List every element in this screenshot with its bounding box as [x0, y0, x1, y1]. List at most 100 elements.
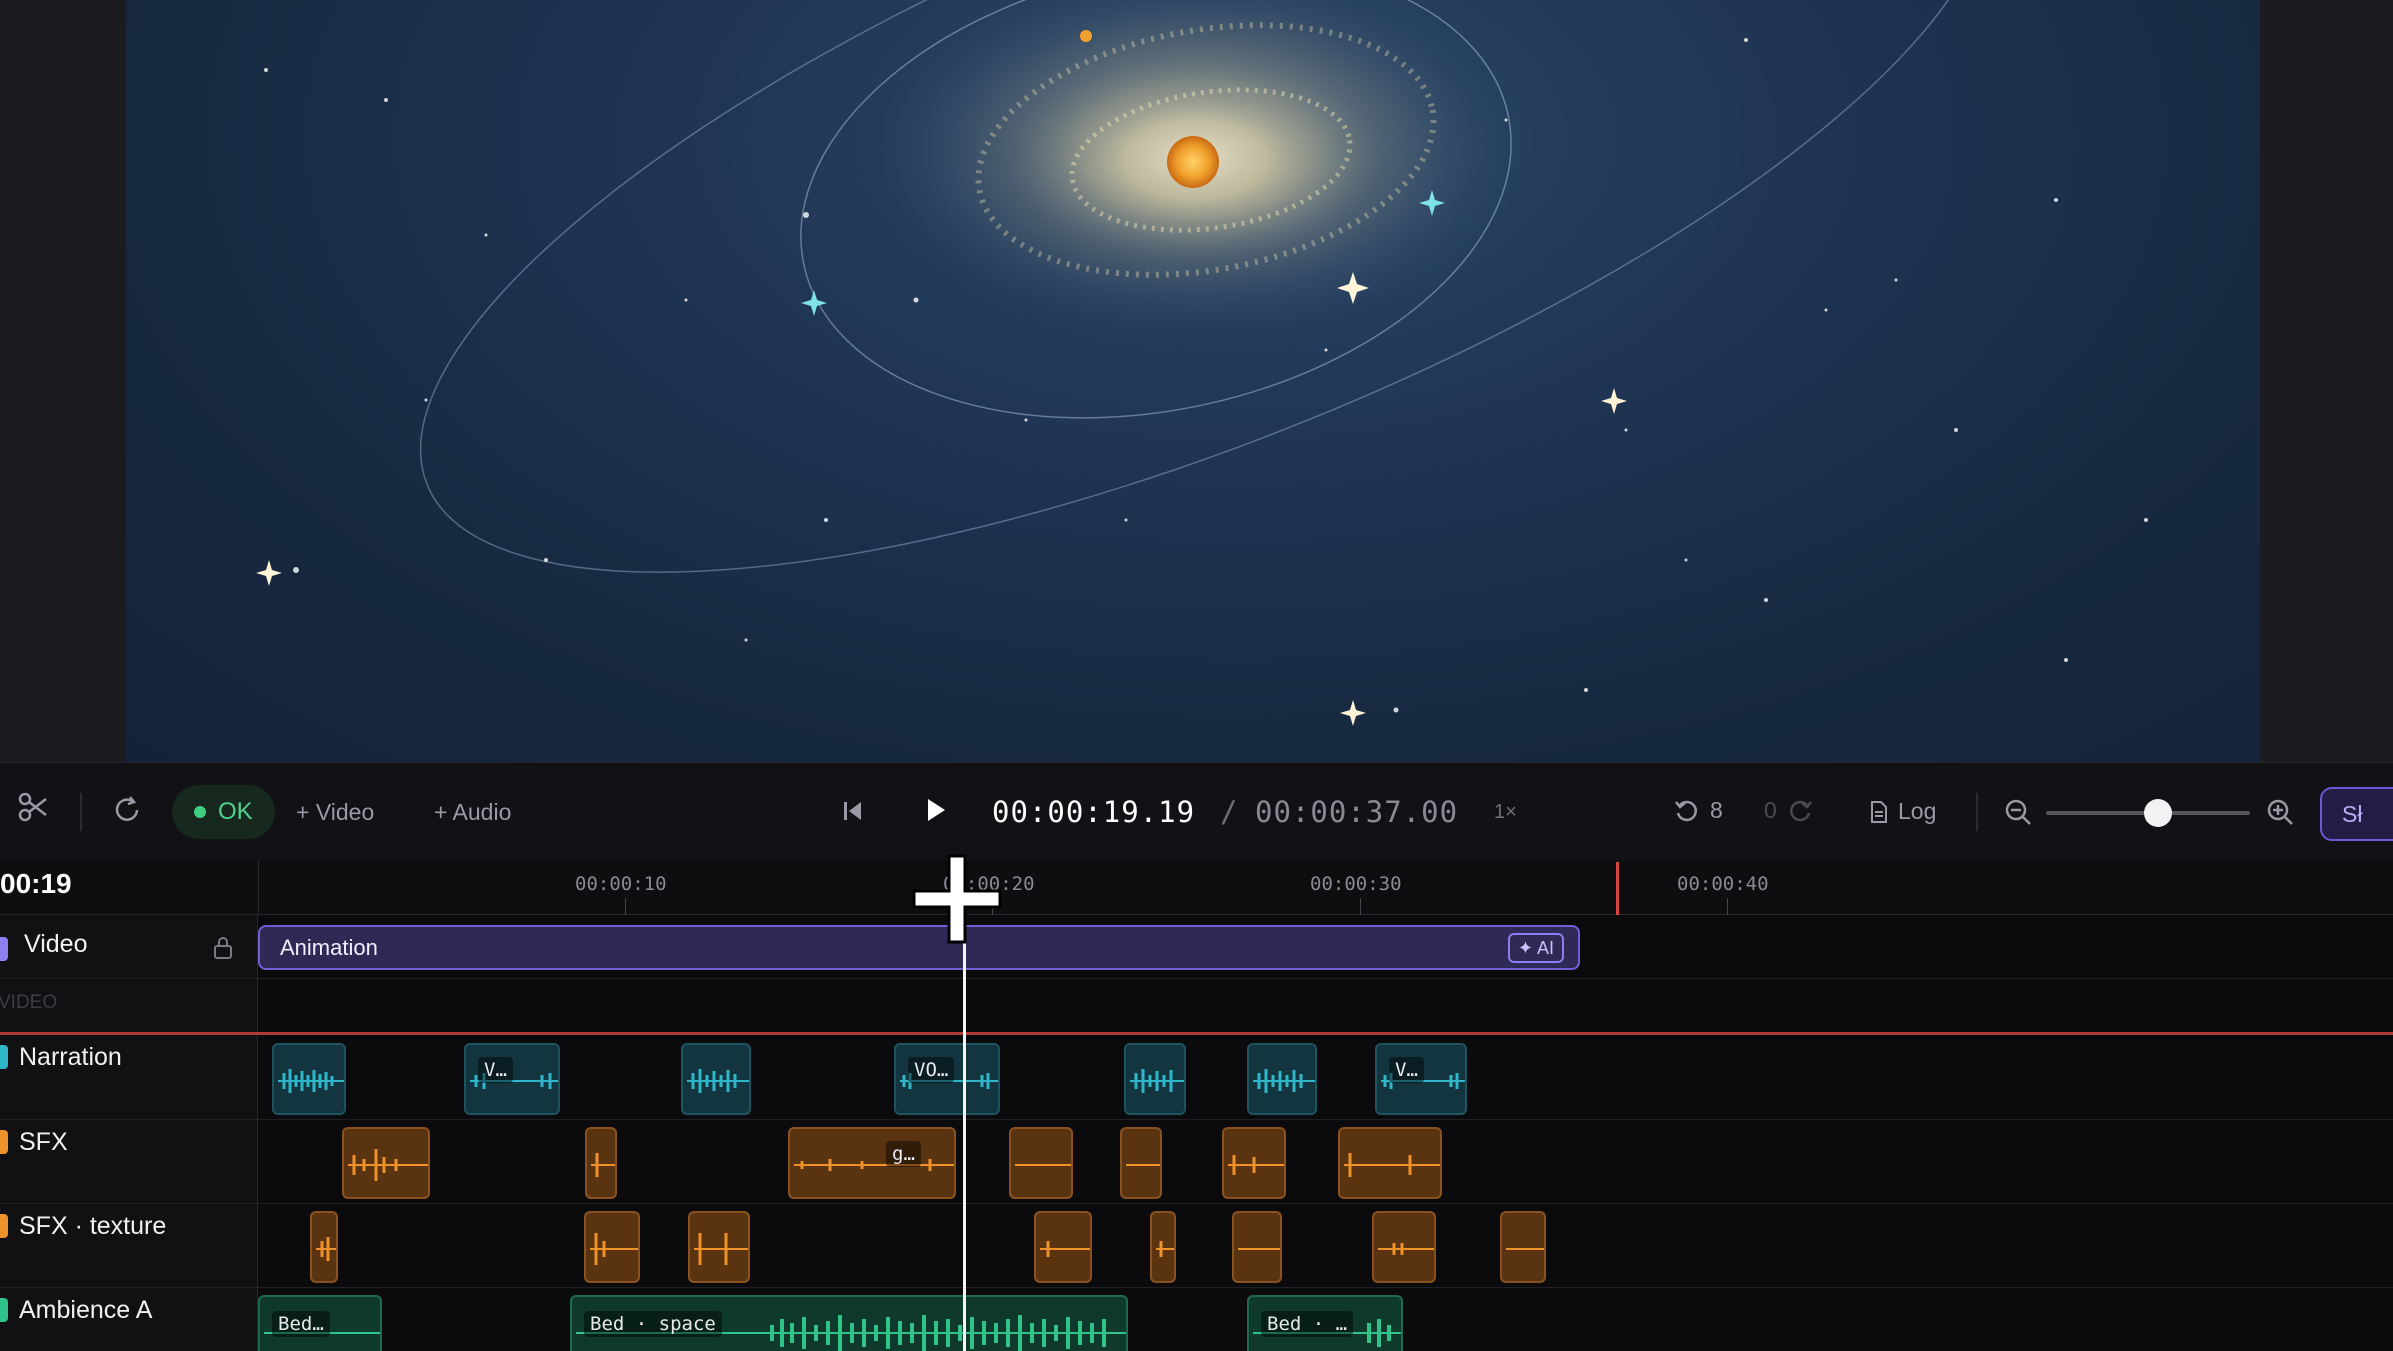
sfx-texture-clip[interactable]: [688, 1211, 750, 1283]
sfx-clip[interactable]: [1120, 1127, 1162, 1199]
track-area[interactable]: [258, 915, 2393, 1351]
undo-icon: [1674, 798, 1700, 824]
clip-label: VO…: [908, 1057, 955, 1083]
status-dot: [194, 806, 206, 818]
waveform: [1506, 1248, 1544, 1250]
zoom-in-button[interactable]: [2266, 798, 2294, 826]
play-button[interactable]: [925, 797, 947, 823]
clip-label: V…: [478, 1057, 513, 1083]
clip-label: g…: [886, 1141, 921, 1167]
add-video-label: + Video: [296, 799, 375, 825]
narration-clip[interactable]: [272, 1043, 346, 1115]
ruler-label: 00:00:30: [1310, 873, 1402, 895]
track-color-chip: [0, 1130, 8, 1154]
redo-button[interactable]: 0: [1764, 797, 1813, 824]
sfx-clip[interactable]: [1222, 1127, 1286, 1199]
toolbar-divider: [80, 793, 82, 831]
zoom-in-icon: [2266, 798, 2294, 826]
toolbar-divider: [1976, 793, 1978, 831]
narration-clip[interactable]: [1247, 1043, 1317, 1115]
sfx-texture-clip[interactable]: [1500, 1211, 1546, 1283]
narration-clip[interactable]: V…: [464, 1043, 560, 1115]
sfx-texture-clip[interactable]: [1150, 1211, 1176, 1283]
cut-button[interactable]: [18, 791, 52, 827]
crosshair-cursor-icon: [908, 850, 1006, 953]
status-badge: OK: [172, 785, 275, 839]
timecode-separator: /: [1220, 795, 1239, 829]
zoom-out-button[interactable]: [2004, 798, 2032, 826]
track-divider: [0, 978, 2393, 979]
undo-button[interactable]: 8: [1674, 797, 1723, 824]
track-header-sfx[interactable]: SFX: [0, 1128, 258, 1168]
share-button[interactable]: Sł: [2320, 787, 2393, 841]
sfx-clip[interactable]: g…: [788, 1127, 956, 1199]
waveform: [591, 1153, 615, 1177]
track-label: SFX: [19, 1128, 68, 1156]
add-audio-label: + Audio: [434, 799, 512, 825]
waveform: [1253, 1069, 1315, 1093]
preview-canvas: [126, 0, 2260, 762]
redo-count: 0: [1764, 797, 1777, 823]
ruler-tick: [625, 898, 626, 915]
galaxy-image: [256, 0, 2148, 726]
refresh-button[interactable]: [112, 795, 142, 825]
ambience-clip[interactable]: Bed · …: [1247, 1295, 1403, 1351]
sfx-texture-clip[interactable]: [310, 1211, 338, 1283]
playback-speed[interactable]: 1×: [1494, 801, 1517, 824]
track-divider: [0, 1119, 2393, 1120]
lock-icon[interactable]: [212, 936, 234, 967]
undo-count: 8: [1710, 797, 1723, 823]
waveform: [1228, 1155, 1284, 1175]
narration-clip[interactable]: VO…: [894, 1043, 1000, 1115]
track-label: Narration: [19, 1043, 122, 1071]
track-color-chip: [0, 937, 8, 961]
zoom-slider-thumb[interactable]: [2144, 799, 2173, 827]
waveform: [1015, 1164, 1071, 1166]
track-headers: Video VIDEO Narration SFX SFX · texture …: [0, 915, 258, 1351]
skip-back-button[interactable]: [842, 799, 864, 823]
skip-back-icon: [842, 799, 864, 823]
waveform: [590, 1233, 638, 1265]
narration-clip[interactable]: [1124, 1043, 1186, 1115]
waveform: [1238, 1248, 1280, 1250]
clip-label: V…: [1389, 1057, 1424, 1083]
track-divider: [0, 1287, 2393, 1288]
refresh-icon: [112, 795, 142, 825]
sfx-clip[interactable]: [1338, 1127, 1442, 1199]
sfx-texture-clip[interactable]: [1232, 1211, 1282, 1283]
waveform: [1130, 1069, 1184, 1093]
ruler-scale[interactable]: 00:00:10 00:00:20 00:00:30 00:00:40: [258, 860, 2393, 915]
add-audio-button[interactable]: + Audio: [434, 799, 511, 826]
track-label: Video: [24, 930, 88, 958]
sfx-texture-clip[interactable]: [584, 1211, 640, 1283]
ai-badge[interactable]: ✦ AI: [1507, 933, 1564, 963]
ambience-clip[interactable]: Bed · space: [570, 1295, 1128, 1351]
ambience-clip[interactable]: Bed…: [258, 1295, 382, 1351]
ruler-label: 00:00:10: [575, 873, 667, 895]
track-header-sfx-texture[interactable]: SFX · texture: [0, 1212, 258, 1252]
sfx-texture-clip[interactable]: [1034, 1211, 1092, 1283]
waveform: [1344, 1153, 1440, 1177]
add-video-button[interactable]: + Video: [296, 799, 374, 826]
scissors-icon: [18, 791, 52, 827]
sfx-clip[interactable]: [342, 1127, 430, 1199]
clip-label: Bed…: [272, 1311, 330, 1337]
time-ruler[interactable]: 00:19 00:00:10 00:00:20 00:00:30 00:00:4…: [0, 860, 2393, 915]
clip-label: Bed · space: [584, 1311, 722, 1337]
narration-clip[interactable]: V…: [1375, 1043, 1467, 1115]
sfx-clip[interactable]: [585, 1127, 617, 1199]
video-section-label: VIDEO: [0, 992, 58, 1013]
sfx-texture-clip[interactable]: [1372, 1211, 1436, 1283]
track-divider: [0, 1203, 2393, 1204]
track-color-chip: [0, 1045, 8, 1069]
end-marker[interactable]: [1616, 862, 1619, 915]
track-header-video[interactable]: Video: [0, 930, 258, 970]
waveform: [687, 1069, 749, 1093]
narration-clip[interactable]: [681, 1043, 751, 1115]
sfx-clip[interactable]: [1009, 1127, 1073, 1199]
waveform: [1126, 1164, 1160, 1166]
track-header-ambience[interactable]: Ambience A: [0, 1296, 258, 1336]
log-button[interactable]: Log: [1870, 798, 1936, 825]
preview-area: [0, 0, 2393, 762]
track-header-narration[interactable]: Narration: [0, 1043, 258, 1083]
